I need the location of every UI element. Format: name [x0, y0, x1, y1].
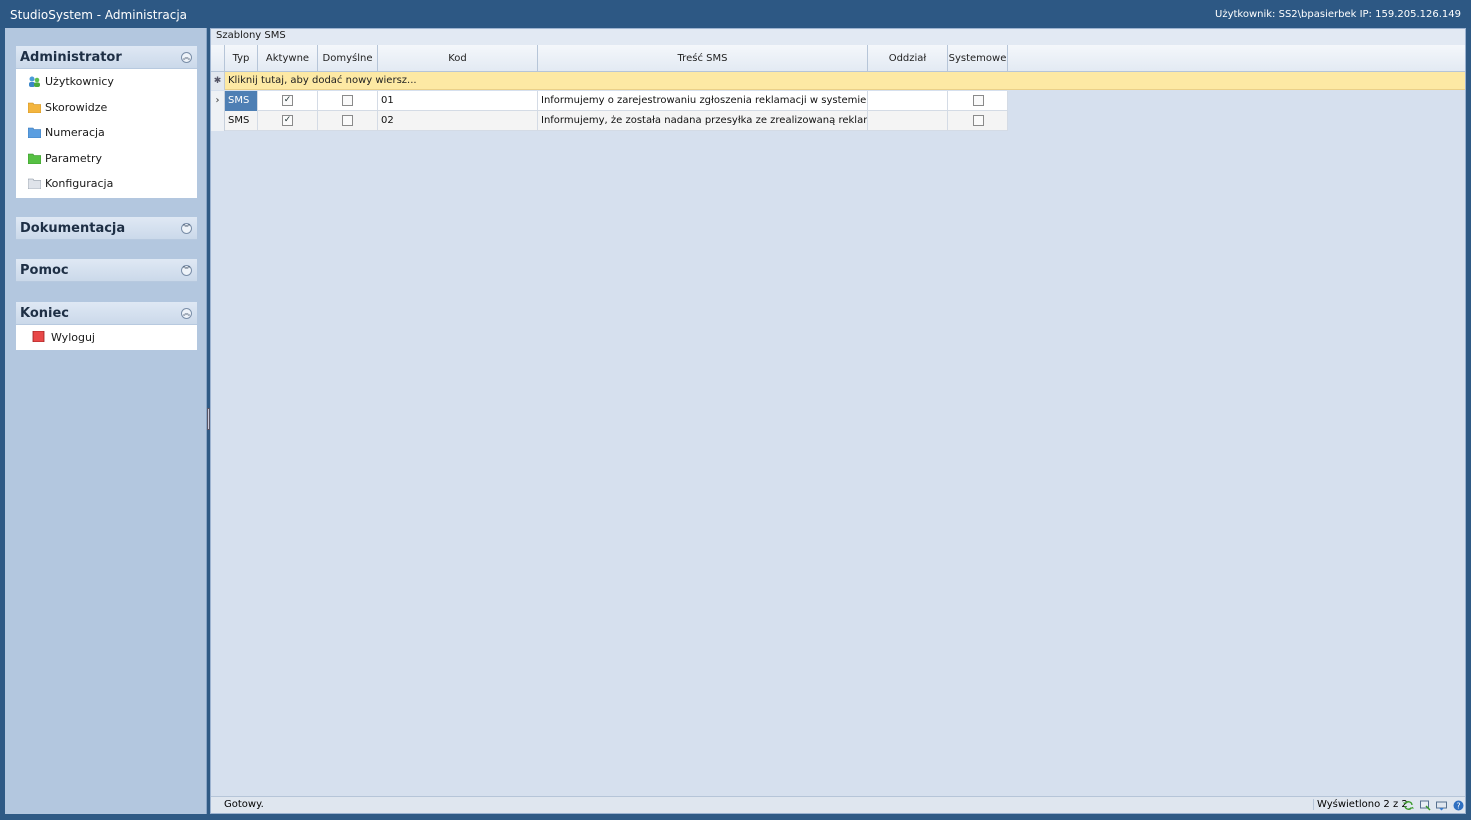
- cell-kod[interactable]: 01: [378, 91, 538, 111]
- nav-item-users[interactable]: Użytkownicy: [16, 69, 197, 95]
- panel-header-koniec[interactable]: Koniec ︽: [16, 302, 197, 325]
- nav-item-label: Skorowidze: [45, 100, 108, 114]
- column-header-systemowe[interactable]: Systemowe: [948, 45, 1008, 72]
- cell-systemowe[interactable]: [948, 91, 1008, 111]
- cell-tresc[interactable]: Informujemy o zarejestrowaniu zgłoszenia…: [538, 91, 868, 111]
- panel-header-administrator[interactable]: Administrator ︽: [16, 46, 197, 69]
- cell-systemowe[interactable]: [948, 111, 1008, 131]
- refresh-icon[interactable]: [1403, 800, 1414, 811]
- record-count: Wyświetlono 2 z 2: [1313, 799, 1408, 810]
- users-icon: [29, 76, 40, 87]
- cell-typ[interactable]: SMS: [225, 111, 258, 131]
- folder-icon: [28, 179, 41, 190]
- nav-item-konfiguracja[interactable]: Konfiguracja: [16, 171, 197, 197]
- cell-aktywne[interactable]: ✓: [258, 111, 318, 131]
- nav-item-skorowidze[interactable]: Skorowidze: [16, 95, 197, 121]
- grid-header: Typ Aktywne Domyślne Kod Treść SMS Oddzi…: [211, 45, 1465, 72]
- panel-body-koniec: Wyloguj: [16, 325, 197, 350]
- grid-caption: Szablony SMS: [211, 29, 1465, 45]
- header-indicator: [211, 45, 225, 72]
- checkbox-systemowe[interactable]: [973, 95, 984, 106]
- panel-dokumentacja: Dokumentacja ︾: [16, 217, 197, 240]
- print-icon[interactable]: [1436, 800, 1447, 811]
- checkbox-aktywne[interactable]: ✓: [282, 115, 293, 126]
- cell-domyslne[interactable]: [318, 111, 378, 131]
- nav-item-label: Konfiguracja: [45, 177, 114, 191]
- window-title: StudioSystem - Administracja: [10, 8, 188, 22]
- nav-item-label: Parametry: [45, 151, 102, 165]
- status-text: Gotowy.: [224, 799, 264, 810]
- column-header-oddzial[interactable]: Oddział: [868, 45, 948, 72]
- export-icon[interactable]: [1420, 800, 1431, 811]
- help-icon[interactable]: ?: [1453, 800, 1464, 811]
- cell-kod[interactable]: 02: [378, 111, 538, 131]
- grid-title: Szablony SMS: [216, 30, 286, 41]
- cell-tresc[interactable]: Informujemy, że została nadana przesyłka…: [538, 111, 868, 131]
- title-bar: StudioSystem - Administracja Użytkownik:…: [0, 0, 1471, 28]
- nav-item-wyloguj[interactable]: Wyloguj: [16, 325, 197, 351]
- checkbox-domyslne[interactable]: [342, 115, 353, 126]
- panel-koniec: Koniec ︽ Wyloguj: [16, 302, 197, 350]
- nav-item-label: Wyloguj: [51, 331, 95, 344]
- panel-header-dokumentacja[interactable]: Dokumentacja ︾: [16, 217, 197, 240]
- checkbox-aktywne[interactable]: ✓: [282, 95, 293, 106]
- add-row-icon: ✱: [211, 72, 225, 90]
- column-header-tresc[interactable]: Treść SMS: [538, 45, 868, 72]
- panel-header-pomoc[interactable]: Pomoc ︾: [16, 259, 197, 282]
- column-header-aktywne[interactable]: Aktywne: [258, 45, 318, 72]
- add-row-text: Kliknij tutaj, aby dodać nowy wiersz...: [228, 75, 417, 86]
- panel-pomoc: Pomoc ︾: [16, 259, 197, 282]
- status-bar: Gotowy. Wyświetlono 2 z 2 ?: [211, 796, 1465, 813]
- collapse-icon[interactable]: ︽: [181, 308, 192, 319]
- checkbox-domyslne[interactable]: [342, 95, 353, 106]
- cell-oddzial[interactable]: [868, 91, 948, 111]
- column-header-kod[interactable]: Kod: [378, 45, 538, 72]
- panel-body-administrator: Użytkownicy Skorowidze Numeracja Paramet…: [16, 69, 197, 198]
- table-row[interactable]: › SMS ✓ 01 Informujemy o zarejestrowaniu…: [211, 91, 1008, 111]
- cell-typ[interactable]: SMS: [225, 91, 258, 111]
- panel-title: Pomoc: [20, 263, 69, 278]
- add-new-row[interactable]: ✱ Kliknij tutaj, aby dodać nowy wiersz..…: [211, 72, 1465, 90]
- panel-title: Administrator: [20, 50, 122, 65]
- panel-title: Dokumentacja: [20, 221, 126, 236]
- folder-icon: [28, 153, 41, 164]
- main-content: Szablony SMS Typ Aktywne Domyślne Kod Tr…: [210, 28, 1466, 814]
- logout-icon: [32, 331, 45, 342]
- column-header-typ[interactable]: Typ: [225, 45, 258, 72]
- checkbox-systemowe[interactable]: [973, 115, 984, 126]
- expand-icon[interactable]: ︾: [181, 265, 192, 276]
- cell-domyslne[interactable]: [318, 91, 378, 111]
- nav-item-label: Numeracja: [45, 126, 105, 140]
- expand-icon[interactable]: ︾: [181, 223, 192, 234]
- folder-icon: [28, 127, 41, 139]
- current-row-indicator-icon: ›: [211, 91, 225, 111]
- folder-icon: [28, 102, 41, 113]
- cell-oddzial[interactable]: [868, 111, 948, 131]
- user-info: Użytkownik: SS2\bpasierbek IP: 159.205.1…: [1215, 9, 1461, 20]
- table-row[interactable]: SMS ✓ 02 Informujemy, że została nadana …: [211, 111, 1008, 131]
- column-header-domyslne[interactable]: Domyślne: [318, 45, 378, 72]
- sidebar: Administrator ︽ Użytkownicy Skorowidze N…: [5, 28, 207, 814]
- collapse-icon[interactable]: ︽: [181, 52, 192, 63]
- nav-item-numeracja[interactable]: Numeracja: [16, 120, 197, 146]
- cell-aktywne[interactable]: ✓: [258, 91, 318, 111]
- nav-item-parametry[interactable]: Parametry: [16, 146, 197, 172]
- panel-title: Koniec: [20, 306, 70, 321]
- row-indicator: [211, 111, 225, 131]
- svg-text:?: ?: [1456, 802, 1460, 811]
- nav-item-label: Użytkownicy: [45, 75, 114, 88]
- panel-administrator: Administrator ︽ Użytkownicy Skorowidze N…: [16, 46, 197, 198]
